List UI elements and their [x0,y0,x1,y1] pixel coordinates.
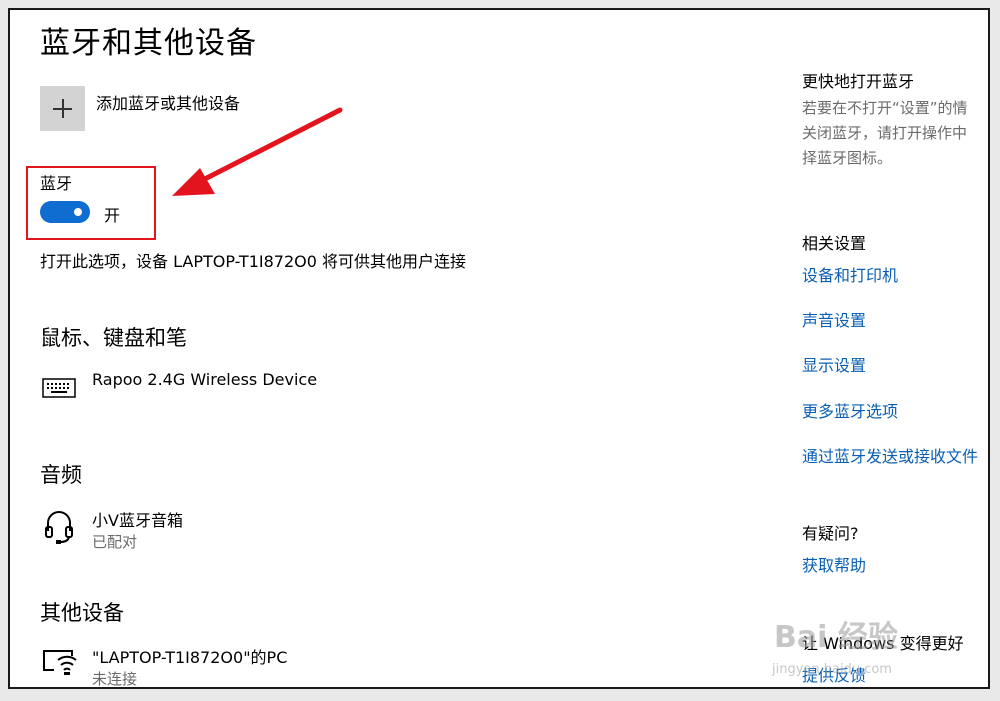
help-title: 有疑问? [802,524,859,543]
link-sound-settings[interactable]: 声音设置 [802,307,866,331]
device-item-keyboard[interactable]: Rapoo 2.4G Wireless Device [40,370,740,410]
section-title-mouse: 鼠标、键盘和笔 [40,326,187,350]
annotation-arrow [172,107,343,196]
section-title-audio: 音频 [40,463,82,487]
link-display-settings[interactable]: 显示设置 [802,352,866,376]
device-name: Rapoo 2.4G Wireless Device [92,370,318,389]
device-name: 小V蓝牙音箱 [92,511,183,530]
section-title-other: 其他设备 [40,601,124,625]
watermark-text: Bai 经验 [774,620,898,655]
quick-open-text-1: 若要在不打开“设置”的情 [802,99,968,117]
page-title: 蓝牙和其他设备 [40,26,257,61]
keyboard-icon [42,378,76,402]
link-devices-printers[interactable]: 设备和打印机 [802,262,898,286]
watermark-url: jingyan.baidu.com [772,662,892,677]
watermark: Bai 经验 jingyan.baidu.com [762,602,977,687]
settings-window: 蓝牙和其他设备 添加蓝牙或其他设备 蓝牙 开 打开此选项，设备 LAPTOP-T… [8,8,990,689]
headset-icon [44,509,74,549]
add-device-button[interactable] [40,86,85,131]
device-item-pc[interactable]: "LAPTOP-T1I872O0"的PC 未连接 [40,644,740,688]
wireless-display-icon [42,648,78,680]
quick-open-title: 更快地打开蓝牙 [802,72,915,91]
device-name: "LAPTOP-T1I872O0"的PC [92,648,288,667]
quick-open-text-3: 择蓝牙图标。 [802,149,893,167]
device-status: 已配对 [92,533,138,551]
quick-open-text-2: 关闭蓝牙，请打开操作中 [802,124,968,142]
related-settings-title: 相关设置 [802,234,867,253]
link-more-bluetooth-options[interactable]: 更多蓝牙选项 [802,398,898,422]
device-status: 未连接 [92,670,138,688]
device-item-speaker[interactable]: 小V蓝牙音箱 已配对 [40,507,740,553]
annotation-highlight-box [26,166,156,240]
link-get-help[interactable]: 获取帮助 [802,552,866,576]
bluetooth-description: 打开此选项，设备 LAPTOP-T1I872O0 将可供其他用户连接 [40,252,467,271]
link-send-receive-files[interactable]: 通过蓝牙发送或接收文件 [802,443,978,467]
